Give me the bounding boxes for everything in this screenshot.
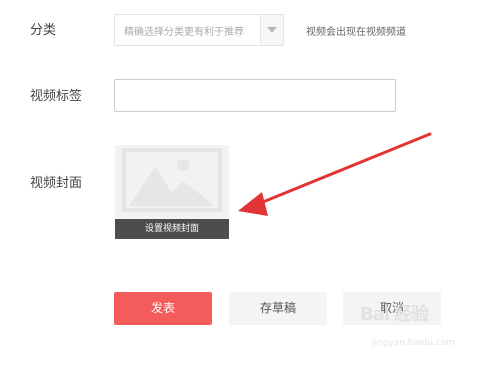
cover-upload-area[interactable]: 设置视频封面 <box>115 145 229 239</box>
watermark-url: jingyan.baidu.com <box>372 338 456 348</box>
set-cover-button[interactable]: 设置视频封面 <box>115 219 229 239</box>
image-placeholder-icon <box>122 148 222 212</box>
save-draft-button[interactable]: 存草稿 <box>229 292 327 325</box>
chevron-down-icon <box>267 27 277 33</box>
category-select[interactable]: 精确选择分类更有利于推荐 <box>114 14 284 46</box>
publish-button[interactable]: 发表 <box>114 292 212 325</box>
tags-input[interactable] <box>114 79 396 112</box>
watermark-brand: Bai 经验 <box>360 304 429 325</box>
category-placeholder: 精确选择分类更有利于推荐 <box>124 27 244 38</box>
tags-label: 视频标签 <box>30 89 83 104</box>
cover-label: 视频封面 <box>30 176 83 191</box>
select-dropdown-toggle[interactable] <box>260 15 283 45</box>
category-label: 分类 <box>30 23 57 38</box>
category-hint: 视频会出现在视频频道 <box>306 27 406 38</box>
